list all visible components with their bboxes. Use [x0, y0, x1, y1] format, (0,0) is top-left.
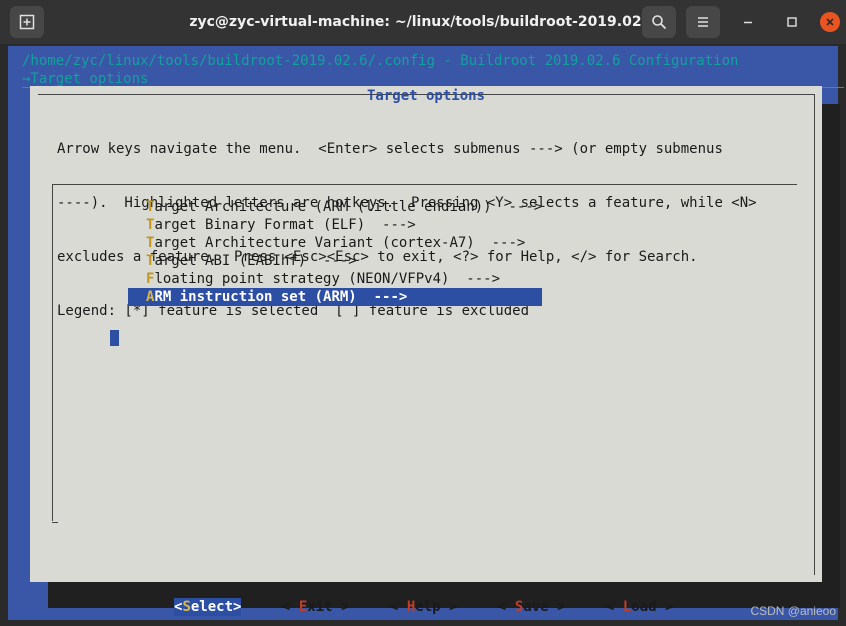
hotkey-letter: S — [182, 599, 191, 615]
button-label: elp > — [415, 599, 458, 615]
watermark: CSDN @anieoo — [750, 604, 836, 618]
menu-item-label: arget Architecture Variant (cortex-A7) -… — [154, 235, 526, 251]
dialog-title: Target options — [366, 88, 485, 104]
button-label: ave > — [523, 599, 566, 615]
menu-item-target-abi[interactable]: Target ABI (EABIhf) ---> — [146, 252, 542, 270]
menu-item-target-binary-format[interactable]: Target Binary Format (ELF) ---> — [146, 216, 542, 234]
hamburger-menu-icon — [698, 17, 708, 27]
hamburger-menu-button[interactable] — [686, 6, 720, 38]
button-bracket: < — [498, 599, 515, 615]
terminal-area[interactable]: /home/zyc/linux/tools/buildroot-2019.02.… — [0, 44, 846, 626]
maximize-button[interactable] — [782, 12, 802, 32]
menu-item-label: arget Architecture (ARM (little endian))… — [154, 199, 543, 215]
button-bracket: < — [606, 599, 623, 615]
menu-item-floating-point-strategy[interactable]: Floating point strategy (NEON/VFPv4) ---… — [146, 270, 542, 288]
button-bracket: < — [390, 599, 407, 615]
search-button[interactable] — [642, 6, 676, 38]
config-path-header: /home/zyc/linux/tools/buildroot-2019.02.… — [22, 53, 739, 69]
menu-item-target-architecture-variant[interactable]: Target Architecture Variant (cortex-A7) … — [146, 234, 542, 252]
menu-list: Target Architecture (ARM (little endian)… — [128, 198, 543, 306]
close-icon — [826, 18, 834, 26]
menu-item-label: loating point strategy (NEON/VFPv4) ---> — [154, 271, 501, 287]
menu-item-target-architecture[interactable]: Target Architecture (ARM (little endian)… — [146, 198, 542, 216]
button-bracket: < — [282, 599, 299, 615]
menuconfig-background: /home/zyc/linux/tools/buildroot-2019.02.… — [8, 46, 844, 620]
selection-cursor — [110, 330, 119, 346]
save-button[interactable]: < Save > — [498, 598, 565, 616]
search-icon — [652, 15, 667, 30]
menu-box-corner — [52, 516, 58, 523]
menu-item-label: arget Binary Format (ELF) ---> — [154, 217, 416, 233]
select-button[interactable]: <Select> — [174, 598, 242, 616]
minimize-icon — [744, 21, 752, 24]
menu-item-arm-instruction-set[interactable]: ARM instruction set (ARM) ---> — [128, 288, 543, 306]
button-label: xit > — [307, 599, 350, 615]
exit-button[interactable]: < Exit > — [282, 598, 349, 616]
load-button[interactable]: < Load > — [606, 598, 673, 616]
help-button[interactable]: < Help > — [390, 598, 457, 616]
button-label: elect> — [190, 599, 242, 615]
maximize-icon — [787, 17, 797, 27]
menu-item-label: arget ABI (EABIhf) ---> — [154, 253, 357, 269]
window-titlebar: zyc@zyc-virtual-machine: ~/linux/tools/b… — [0, 0, 846, 44]
close-button[interactable] — [820, 12, 840, 32]
menuconfig-dialog: Target options Arrow keys navigate the m… — [30, 86, 822, 616]
button-label: oad > — [631, 599, 674, 615]
menu-item-label: RM instruction set (ARM) ---> — [154, 289, 408, 305]
help-line: Arrow keys navigate the menu. <Enter> se… — [57, 141, 723, 157]
minimize-button[interactable] — [738, 12, 758, 32]
